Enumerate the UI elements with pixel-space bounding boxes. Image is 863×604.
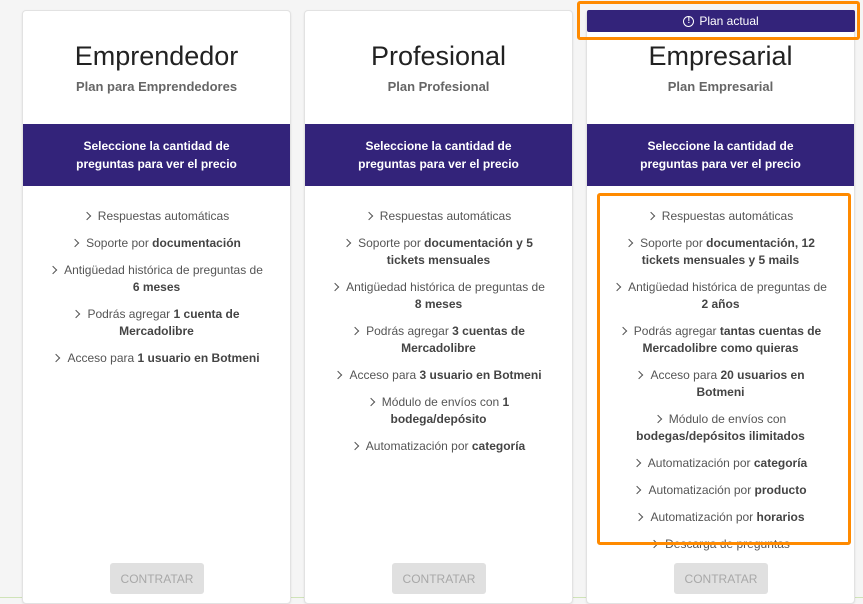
feature-highlight: 1 usuario en Botmeni [137,351,260,365]
chevron-right-icon [52,353,61,363]
price-prompt: Seleccione la cantidad de preguntas para… [587,124,854,186]
chevron-right-icon [72,309,81,319]
contract-button[interactable]: CONTRATAR [674,563,768,594]
feature-highlight: 3 usuario en Botmeni [419,368,542,382]
chevron-right-icon [364,211,374,221]
chevron-right-icon [330,282,340,292]
feature-list: Respuestas automáticas Soporte por docume… [23,208,290,377]
badge-highlight-outline [577,1,860,40]
feature-item: Soporte por documentación y 5 tickets me… [331,235,546,269]
feature-text: Acceso para [67,351,138,365]
features-highlight-outline [597,193,851,545]
feature-item: Automatización por categoría [331,438,546,455]
plan-card-emprendedor: Emprendedor Plan para Emprendedores Sele… [22,10,291,604]
feature-text: Automatización por [365,439,472,453]
plan-subtitle: Plan Profesional [387,79,490,94]
feature-item: Módulo de envíos con 1 bodega/depósito [331,394,546,428]
feature-item: Respuestas automáticas [331,208,546,225]
feature-text: Respuestas automáticas [97,209,230,223]
feature-item: Acceso para 3 usuario en Botmeni [331,367,546,384]
feature-item: Podrás agregar 3 cuentas de Mercadolibre [331,323,546,357]
chevron-right-icon [48,265,58,275]
plan-card-profesional: Profesional Plan Profesional Seleccione … [304,10,573,604]
feature-item: Podrás agregar 1 cuenta de Mercadolibre [49,306,264,340]
chevron-right-icon [334,370,343,380]
chevron-right-icon [350,441,360,451]
feature-text: Respuestas automáticas [379,209,512,223]
feature-text: Acceso para [349,368,420,382]
chevron-right-icon [70,238,80,248]
feature-item: Acceso para 1 usuario en Botmeni [49,350,264,367]
plan-title: Emprendedor [74,41,239,71]
feature-item: Soporte por documentación [49,235,264,252]
feature-text: Podrás agregar [87,307,174,321]
feature-item: Antigüedad histórica de preguntas de 8 m… [330,279,546,313]
feature-text: Antigüedad histórica de preguntas de [346,280,545,294]
feature-text: Módulo de envíos con [381,395,503,409]
feature-highlight: 8 meses [414,297,463,311]
price-prompt: Seleccione la cantidad de preguntas para… [305,124,572,186]
plan-title: Profesional [370,41,507,71]
plan-title: Empresarial [648,41,793,71]
feature-text: Antigüedad histórica de preguntas de [64,263,263,277]
price-prompt: Seleccione la cantidad de preguntas para… [23,124,290,186]
chevron-right-icon [366,397,376,407]
feature-text: Podrás agregar [366,324,453,338]
feature-item: Respuestas automáticas [49,208,264,225]
plan-subtitle: Plan Empresarial [667,79,774,94]
feature-highlight: categoría [471,439,526,453]
feature-highlight: 6 meses [132,280,181,294]
feature-item: Antigüedad histórica de preguntas de 6 m… [48,262,264,296]
chevron-right-icon [82,211,92,221]
contract-button[interactable]: CONTRATAR [110,563,204,594]
feature-text: Soporte por [86,236,153,250]
feature-highlight: documentación [152,236,241,250]
chevron-right-icon [342,238,352,248]
feature-list: Respuestas automáticas Soporte por docume… [305,208,572,465]
chevron-right-icon [350,326,360,336]
feature-text: Soporte por [358,236,425,250]
plan-subtitle: Plan para Emprendedores [75,79,238,94]
contract-button[interactable]: CONTRATAR [392,563,486,594]
